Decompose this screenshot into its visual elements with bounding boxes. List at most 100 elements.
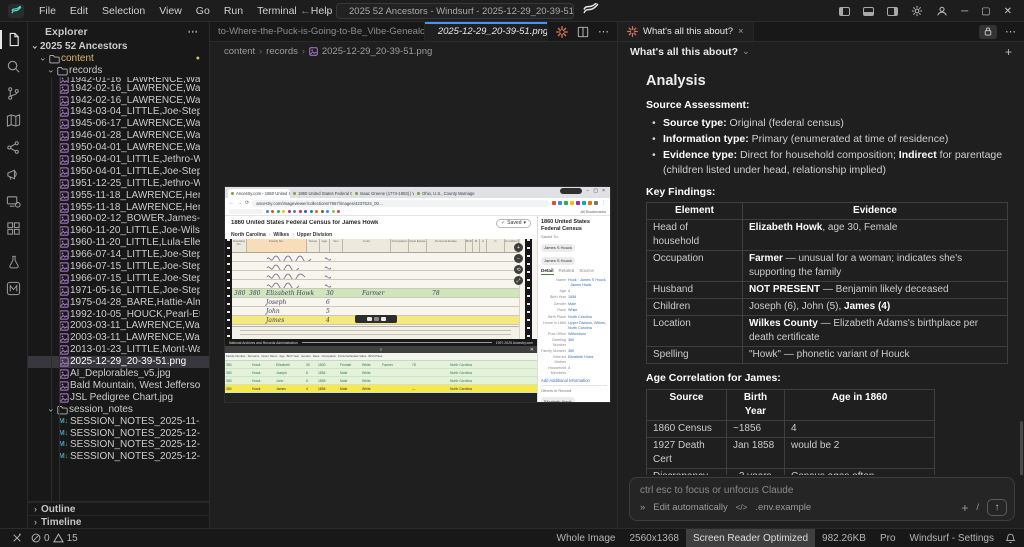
status-item[interactable]: Whole Image [550,529,623,547]
send-button[interactable]: ↑ [987,499,1007,516]
tree-item[interactable]: 1955-11-18_LAWRENCE,Henry-A_Dea... [28,190,209,202]
command-center-search[interactable]: 2025 52 Ancestors - Windsurf - 2025-12-2… [336,3,574,19]
tree-item[interactable]: 1960-11-20_LITTLE,Lula-Ellen_Death-... [28,237,209,249]
activity-flask-icon[interactable] [0,248,28,275]
chat-input-box[interactable]: » Edit automatically </> .env.example + … [629,477,1015,521]
previewed-image[interactable]: Ancestry.com - 1860 United St…1860 Unite… [225,187,610,402]
tree-item[interactable]: 1951-12-25_LITTLE,Jethro-Wilson_De... [28,178,209,190]
tree-item[interactable]: 1966-07-14_LITTLE,Joe-Stephen_Marr... [28,249,209,261]
timeline-section[interactable]: › Timeline [28,515,209,528]
activity-map-icon[interactable] [0,107,28,134]
tree-item[interactable]: 1966-07-15_LITTLE,Joe-Stephen_Marr... [28,261,209,273]
tree-item[interactable]: ⌄ session_notes [28,404,209,416]
menu-item[interactable]: Terminal [250,5,304,17]
new-conversation-button[interactable]: + [1005,45,1012,59]
activity-flow-icon[interactable] [0,134,28,161]
tree-item[interactable]: AI_Deplorables_v5.jpg [28,368,209,380]
tree-item[interactable]: JSL Pedigree Chart.jpg [28,392,209,404]
status-item[interactable]: 982.26KB [815,529,873,547]
tree-item[interactable]: 1960-11-20_LITTLE,Joe-Wilson-and-L... [28,225,209,237]
toggle-panel-icon[interactable] [863,6,875,16]
toggle-secondary-sidebar-icon[interactable] [887,6,899,16]
add-context-button[interactable]: + [961,501,968,515]
tree-item[interactable]: ⌄ records [28,65,209,77]
context-chip[interactable]: .env.example [755,502,811,513]
image-preview-area[interactable]: Ancestry.com - 1860 United St…1860 Unite… [210,60,617,528]
tree-item[interactable]: 1975-04-28_BARE,Hattie-Almedia_De... [28,297,209,309]
menu-item[interactable]: Go [189,5,217,17]
tree-item[interactable]: SESSION_NOTES_2025-11-29.md [28,416,209,428]
tree-item[interactable]: 1960-02-12_BOWER,James-Eli_Death-... [28,213,209,225]
outline-section[interactable]: › Outline [28,502,209,515]
breadcrumb-part[interactable]: records [266,46,298,57]
tree-item[interactable]: SESSION_NOTES_2025-12-03.md [28,451,209,463]
tree-item[interactable]: 2025-12-29_20-39-51.png [28,356,209,369]
tree-item[interactable]: 1950-04-01_LITTLE,Joe-Stephen_Cens... [28,166,209,178]
chat-tab[interactable]: What's all this about? × [618,22,754,41]
settings-gear-icon[interactable] [911,5,923,17]
breadcrumb[interactable]: content › records › 2025-12-29_20-39-51.pn… [210,42,617,60]
tree-item[interactable]: 1955-11-18_LAWRENCE,Henry-A-and... [28,202,209,214]
tab-markdown-file[interactable]: to-Where-the-Puck-is-Going-to-Be_Vibe-Ge… [210,22,425,41]
status-item[interactable]: Screen Reader Optimized [685,529,816,547]
menu-item[interactable]: View [152,5,189,17]
tree-item[interactable]: ⌄ content ● [28,53,209,65]
tree-item[interactable]: SESSION_NOTES_2025-12-01.md [28,428,209,440]
activity-extensions-icon[interactable] [0,215,28,242]
tree-item[interactable]: ⌄ 2025 52 Ancestors [28,41,209,53]
status-item[interactable]: Windsurf - Settings [903,529,1001,547]
remote-indicator-icon[interactable] [12,533,22,543]
back-icon[interactable]: ← [300,5,311,17]
tree-item[interactable]: 1950-04-01_LITTLE,Jethro-Wilson_Ce... [28,154,209,166]
tree-item[interactable]: 2003-03-11_LAWRENCE,Warren-Dean... [28,332,209,344]
chat-message-area[interactable]: Analysis Source Assessment: Source type:… [618,61,1024,475]
tree-item[interactable]: 2003-03-11_LAWRENCE,Warren-Dean... [28,320,209,332]
scrollbar-thumb[interactable] [1020,421,1023,475]
close-tab-icon[interactable]: × [738,26,744,37]
slash-command-button[interactable]: / [976,502,979,513]
tree-item[interactable]: 1945-06-17_LAWRENCE,Warren-Dean... [28,118,209,130]
close-window-button[interactable]: ✕ [1004,6,1012,17]
more-actions-icon[interactable]: ⋯ [1005,25,1016,38]
tree-item[interactable]: SESSION_NOTES_2025-12-02.md [28,439,209,451]
toggle-sidebar-icon[interactable] [839,6,851,16]
menu-item[interactable]: File [32,5,63,17]
menu-item[interactable]: Run [217,5,250,17]
tree-item[interactable]: 1992-10-05_HOUCK,Pearl-Ethel_Grav... [28,309,209,321]
forward-icon[interactable]: → [321,5,332,17]
menu-item[interactable]: Edit [63,5,95,17]
tree-item[interactable]: 1971-05-16_LITTLE,Joe-Stephen-Jr_Ba... [28,285,209,297]
tree-item[interactable]: 1950-04-01_LAWRENCE,Warren-Dean... [28,142,209,154]
tree-item[interactable]: 1946-01-28_LAWRENCE,Warren-Dean... [28,130,209,142]
tab-image-file[interactable]: 2025-12-29_20-39-51.png × [424,22,548,41]
tree-item[interactable]: 1942-02-16_LAWRENCE,Warren-Dean... [28,83,209,95]
menu-item[interactable]: Selection [95,5,152,17]
activity-m-extension-icon[interactable] [0,275,28,302]
lock-icon[interactable] [979,24,997,39]
activity-explorer-icon[interactable] [0,26,28,53]
status-item[interactable]: Pro [873,529,903,547]
breadcrumb-file[interactable]: 2025-12-29_20-39-51.png [322,46,432,57]
more-actions-icon[interactable]: ⋯ [598,25,609,38]
activity-source-control-icon[interactable] [0,80,28,107]
chat-input[interactable] [640,485,1006,496]
tree-item[interactable]: 1943-03-04_LITTLE,Joe-Stephen_Birth... [28,106,209,118]
conversation-header[interactable]: What's all this about? ⌄ + [618,42,1024,61]
problems-indicator[interactable]: 0 15 [31,533,78,544]
bell-icon[interactable] [1005,533,1016,544]
activity-remote-icon[interactable] [0,188,28,215]
account-icon[interactable] [936,5,948,17]
tree-item[interactable]: 1942-02-16_LAWRENCE,Warren-Dean... [28,95,209,107]
minimize-button[interactable]: ─ [961,6,968,17]
claude-starburst-icon[interactable] [556,25,568,38]
activity-search-icon[interactable] [0,53,28,80]
tree-item[interactable]: 2013-01-23_LITTLE,Mont-Warren-and... [28,344,209,356]
activity-megaphone-icon[interactable] [0,161,28,188]
breadcrumb-part[interactable]: content [224,46,255,57]
tree-item[interactable]: 1966-07-15_LITTLE,Joe-Stephen_Marr... [28,273,209,285]
maximize-button[interactable]: ▢ [981,6,990,17]
explorer-more-icon[interactable]: ⋯ [188,26,200,38]
split-editor-icon[interactable] [577,26,589,38]
tree-item[interactable]: Bald Mountain, West Jefferson, NC.jpg [28,380,209,392]
edit-mode-toggle[interactable]: Edit automatically [653,502,727,513]
